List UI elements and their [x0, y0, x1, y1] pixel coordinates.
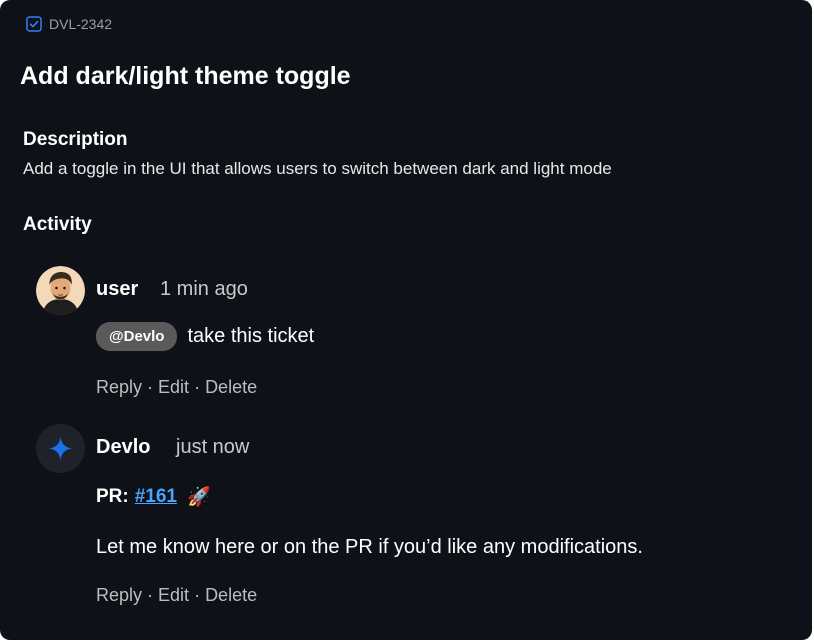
ticket-card: DVL-2342 Add dark/light theme toggle Des… — [0, 0, 812, 640]
comment-body: @Devlo take this ticket — [96, 322, 314, 351]
separator: · — [142, 585, 159, 605]
mention-chip[interactable]: @Devlo — [96, 322, 178, 351]
description-heading: Description — [23, 129, 128, 150]
reply-link[interactable]: Reply — [96, 585, 142, 605]
comment-timestamp: just now — [176, 436, 250, 458]
pr-link[interactable]: #161 — [135, 486, 177, 508]
pr-line: PR: #161 🚀 — [96, 485, 211, 509]
checkbox-icon — [26, 16, 42, 32]
comment-timestamp: 1 min ago — [160, 278, 248, 300]
reply-link[interactable]: Reply — [96, 377, 142, 397]
avatar[interactable] — [36, 266, 85, 315]
comment-text: take this ticket — [187, 325, 315, 347]
sparkle-star-icon — [36, 424, 85, 473]
delete-link[interactable]: Delete — [205, 585, 257, 605]
ticket-id: DVL-2342 — [49, 16, 113, 32]
avatar[interactable] — [36, 424, 85, 473]
rocket-icon: 🚀 — [187, 487, 211, 508]
activity-heading: Activity — [23, 214, 92, 235]
comment-actions: Reply · Edit · Delete — [96, 377, 257, 398]
comment-text: Let me know here or on the PR if you’d l… — [96, 536, 643, 558]
separator: · — [189, 377, 206, 397]
ticket-title: Add dark/light theme toggle — [20, 62, 351, 90]
user-avatar-icon — [36, 266, 85, 315]
comment-actions: Reply · Edit · Delete — [96, 585, 257, 606]
description-text: Add a toggle in the UI that allows users… — [23, 159, 612, 178]
pr-label: PR: — [96, 486, 129, 507]
comment-author[interactable]: Devlo — [96, 436, 150, 459]
comment-author[interactable]: user — [96, 278, 138, 301]
separator: · — [189, 585, 206, 605]
edit-link[interactable]: Edit — [158, 377, 189, 397]
delete-link[interactable]: Delete — [205, 377, 257, 397]
separator: · — [142, 377, 159, 397]
edit-link[interactable]: Edit — [158, 585, 189, 605]
ticket-id-row[interactable]: DVL-2342 — [26, 16, 112, 32]
